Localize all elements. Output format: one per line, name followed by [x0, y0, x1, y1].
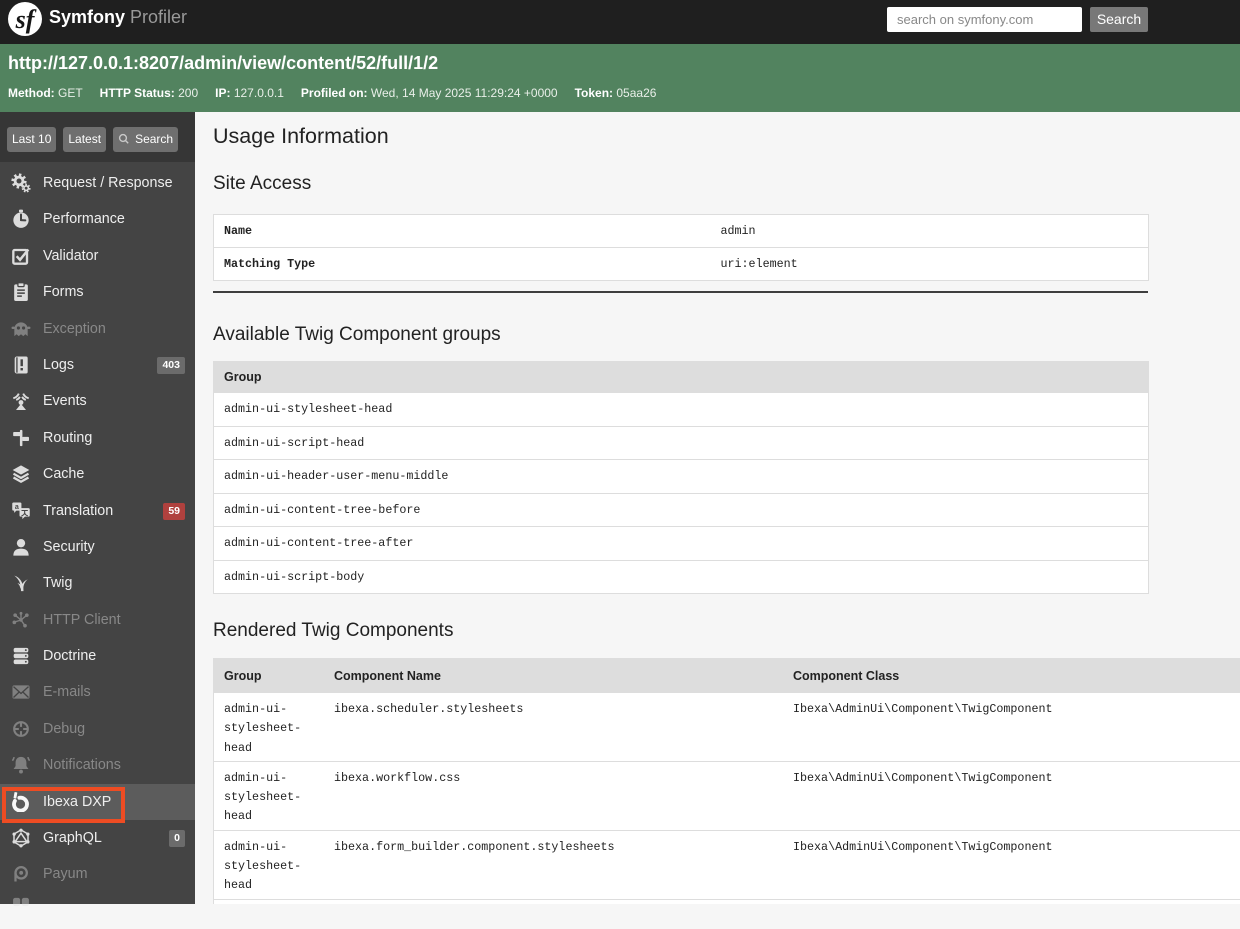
- svg-text:a: a: [15, 503, 19, 511]
- svg-text:sf: sf: [15, 5, 37, 34]
